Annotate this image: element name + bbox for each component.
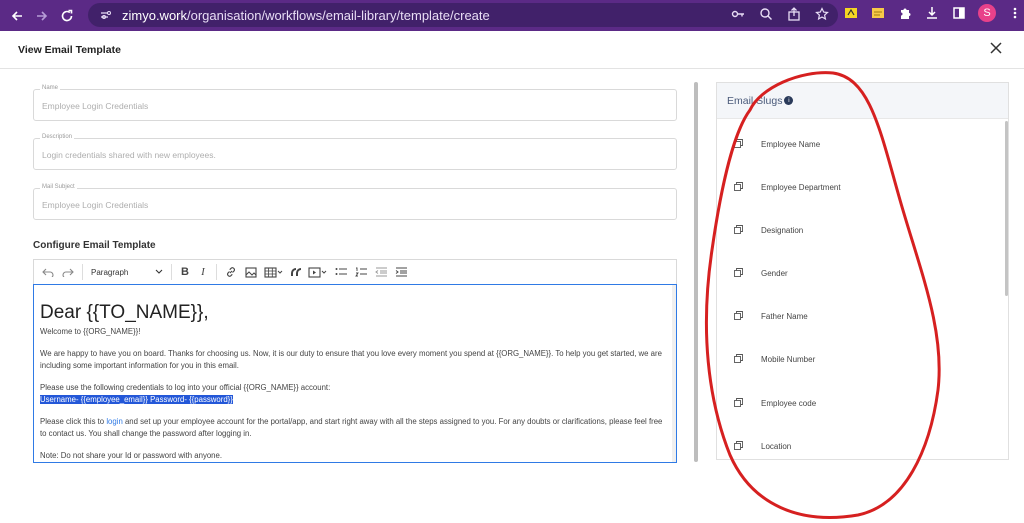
slug-label: Employee Department <box>761 182 841 192</box>
outdent-icon[interactable] <box>371 263 391 281</box>
email-body-editor[interactable]: Dear {{TO_NAME}}, Welcome to {{ORG_NAME}… <box>33 284 677 463</box>
email-slugs-title: Email Slugs <box>727 94 783 107</box>
name-value: Employee Login Credentials <box>42 101 149 111</box>
slug-label: Father Name <box>761 311 808 321</box>
copy-icon[interactable] <box>734 221 743 239</box>
italic-icon[interactable]: I <box>194 263 212 281</box>
slug-label: Mobile Number <box>761 354 816 364</box>
email-slugs-panel: Email Slugs i Employee Name Employee Dep… <box>716 82 1009 460</box>
toolbar-divider <box>216 264 217 280</box>
name-label: Name <box>40 85 61 91</box>
redo-icon[interactable] <box>58 263 78 281</box>
forward-icon[interactable] <box>31 5 53 27</box>
modal-header: View Email Template <box>0 31 1024 69</box>
bold-icon[interactable]: B <box>176 263 194 281</box>
slug-item[interactable]: Designation <box>734 223 803 237</box>
description-label: Description <box>40 134 75 140</box>
zoom-icon[interactable] <box>758 6 774 22</box>
slug-label: Employee code <box>761 398 817 408</box>
url-text: zimyo.work/organisation/workflows/email-… <box>122 7 490 23</box>
slug-label: Location <box>761 441 792 451</box>
toolbar-divider <box>171 264 172 280</box>
copy-icon[interactable] <box>734 307 743 325</box>
copy-icon[interactable] <box>734 437 743 455</box>
description-field[interactable]: Description Login credentials shared wit… <box>33 134 677 170</box>
selected-credentials-text: Username- {{employee_email}} Password- {… <box>40 395 233 404</box>
download-icon[interactable] <box>924 5 940 21</box>
slug-item[interactable]: Father Name <box>734 309 808 323</box>
email-intro-paragraph: We are happy to have you on board. Thank… <box>40 349 662 370</box>
slug-label: Gender <box>761 268 788 278</box>
chevron-down-icon <box>155 268 163 277</box>
close-icon[interactable] <box>990 41 1004 55</box>
slug-item[interactable]: Employee Name <box>734 137 820 151</box>
copy-icon[interactable] <box>734 350 743 368</box>
mail-subject-label: Mail Subject <box>40 184 77 190</box>
copy-icon[interactable] <box>734 264 743 282</box>
editor-scrollbar[interactable] <box>672 285 676 462</box>
kebab-menu-icon[interactable] <box>1007 5 1023 21</box>
numbered-list-icon[interactable] <box>351 263 371 281</box>
media-embed-icon[interactable] <box>305 263 331 281</box>
table-icon[interactable] <box>261 263 287 281</box>
bulleted-list-icon[interactable] <box>331 263 351 281</box>
page-title: View Email Template <box>18 44 121 56</box>
extension-note-icon[interactable] <box>870 5 886 21</box>
share-icon[interactable] <box>786 6 802 22</box>
email-credentials-line: Please use the following credentials to … <box>40 383 331 392</box>
configure-template-title: Configure Email Template <box>33 240 156 251</box>
profile-avatar[interactable]: S <box>978 4 996 22</box>
reload-icon[interactable] <box>56 5 78 27</box>
site-info-icon[interactable] <box>98 7 114 23</box>
extension-icon[interactable] <box>843 5 859 21</box>
mail-subject-value: Employee Login Credentials <box>42 200 149 210</box>
slug-item[interactable]: Gender <box>734 266 788 280</box>
copy-icon[interactable] <box>734 394 743 412</box>
email-heading: Dear {{TO_NAME}}, <box>40 302 209 323</box>
email-login-paragraph: Please click this to login and set up yo… <box>40 417 663 438</box>
email-note-line: Note: Do not share your Id or password w… <box>40 451 223 460</box>
email-welcome-line: Welcome to {{ORG_NAME}}! <box>40 327 141 336</box>
page-scrollbar[interactable] <box>694 82 698 462</box>
description-value: Login credentials shared with new employ… <box>42 150 216 160</box>
slug-label: Employee Name <box>761 139 821 149</box>
paragraph-dropdown[interactable]: Paragraph <box>87 268 167 277</box>
slug-label: Designation <box>761 225 804 235</box>
slug-item[interactable]: Employee code <box>734 396 816 410</box>
image-icon[interactable] <box>241 263 261 281</box>
slugs-scrollbar[interactable] <box>1005 119 1008 459</box>
slug-item[interactable]: Location <box>734 439 791 453</box>
side-panel-icon[interactable] <box>951 5 967 21</box>
slug-item[interactable]: Employee Department <box>734 180 841 194</box>
name-field[interactable]: Name Employee Login Credentials <box>33 85 677 121</box>
address-bar[interactable]: zimyo.work/organisation/workflows/email-… <box>88 3 838 27</box>
slug-item[interactable]: Mobile Number <box>734 352 815 366</box>
blockquote-icon[interactable] <box>287 263 305 281</box>
key-icon[interactable] <box>730 6 746 22</box>
email-slugs-header: Email Slugs i <box>717 83 1008 119</box>
puzzle-icon[interactable] <box>897 5 913 21</box>
indent-icon[interactable] <box>391 263 411 281</box>
copy-icon[interactable] <box>734 178 743 196</box>
info-icon[interactable]: i <box>784 96 794 105</box>
browser-toolbar: zimyo.work/organisation/workflows/email-… <box>0 0 1024 31</box>
copy-icon[interactable] <box>734 135 743 153</box>
paragraph-label: Paragraph <box>91 267 129 277</box>
link-icon[interactable] <box>221 263 241 281</box>
back-icon[interactable] <box>6 5 28 27</box>
undo-icon[interactable] <box>38 263 58 281</box>
bookmark-star-icon[interactable] <box>814 6 830 22</box>
toolbar-divider <box>82 264 83 280</box>
login-link[interactable]: login <box>106 417 122 426</box>
editor-toolbar: Paragraph B I <box>33 259 677 284</box>
mail-subject-field[interactable]: Mail Subject Employee Login Credentials <box>33 184 677 220</box>
